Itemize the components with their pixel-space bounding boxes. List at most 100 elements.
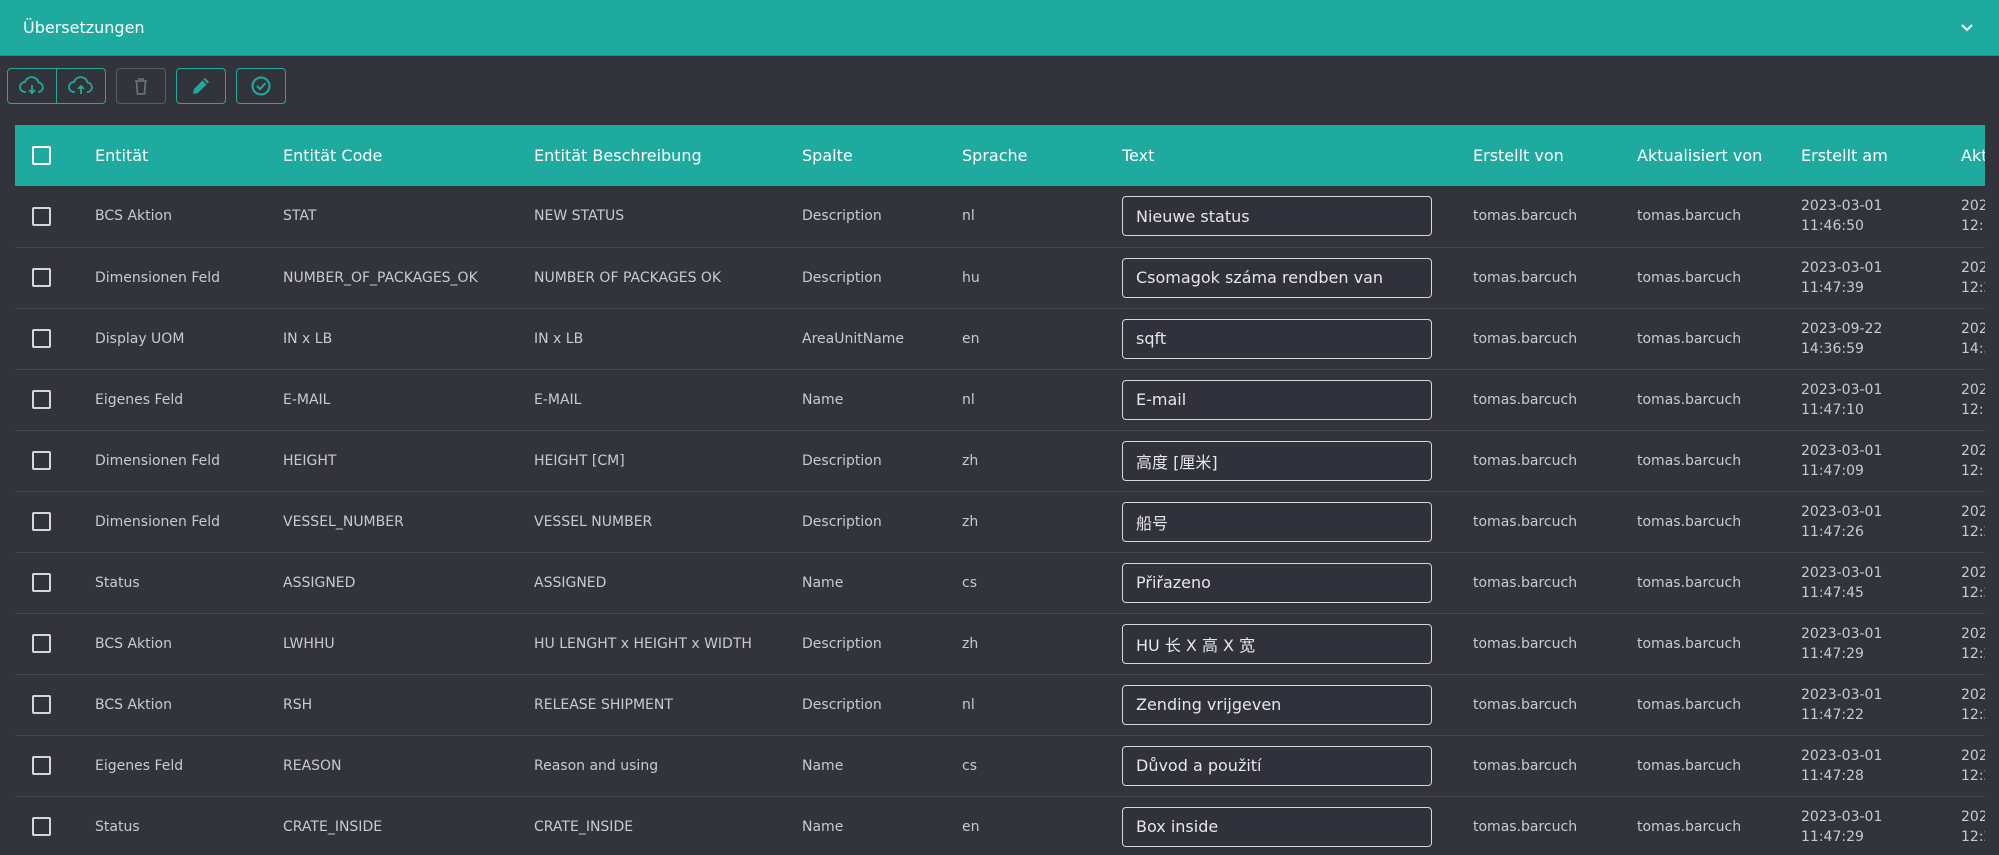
table-row[interactable]: BCS Aktion STAT NEW STATUS Description nl Nie…	[15, 186, 1985, 247]
date-text: 2023-03-01	[1801, 259, 1883, 276]
cell-created-at: 2023-03-01 11:47:10	[1791, 369, 1951, 430]
text-input[interactable]: 船号	[1122, 501, 1432, 542]
time-text: 12:13	[1961, 218, 1985, 235]
cell-entity-code: IN x LB	[283, 330, 333, 347]
column-header-created-at[interactable]: Erstellt am	[1791, 125, 1951, 186]
cell-entity-description: CRATE_INSIDE	[534, 818, 634, 835]
cell-entity-description: HEIGHT [CM]	[534, 452, 625, 469]
table-row[interactable]: Status ASSIGNED ASSIGNED Name cs Přiřazeno tom…	[15, 552, 1985, 613]
row-checkbox[interactable]	[32, 390, 51, 409]
cell-entity-code: CRATE_INSIDE	[283, 818, 383, 835]
translations-table-container: Entität Entität Code Entität Beschreibun…	[15, 125, 1985, 855]
cell-entity: Status	[95, 818, 140, 835]
column-header-column[interactable]: Spalte	[792, 125, 952, 186]
text-input[interactable]: Přiřazeno	[1122, 562, 1432, 603]
date-text: 2023-03-01	[1961, 259, 1985, 276]
column-header-entity-description[interactable]: Entität Beschreibung	[524, 125, 792, 186]
date-text: 2023-03-01	[1801, 686, 1883, 703]
row-checkbox[interactable]	[32, 634, 51, 653]
table-row[interactable]: Display UOM IN x LB IN x LB AreaUnitName en s…	[15, 308, 1985, 369]
column-header-language[interactable]: Sprache	[952, 125, 1112, 186]
text-input[interactable]: HU 长 X 高 X 宽	[1122, 623, 1432, 664]
cell-language: nl	[962, 208, 975, 225]
table-row[interactable]: Dimensionen Feld HEIGHT HEIGHT [CM] Descrip…	[15, 430, 1985, 491]
time-text: 11:47:29	[1801, 645, 1864, 662]
table-row[interactable]: Eigenes Feld REASON Reason and using Name cs…	[15, 735, 1985, 796]
column-header-updated-by[interactable]: Aktualisiert von	[1627, 125, 1791, 186]
cell-entity-description: E-MAIL	[534, 391, 582, 408]
text-input[interactable]: Csomagok száma rendben van	[1122, 257, 1432, 298]
cell-updated-by: tomas.barcuch	[1637, 574, 1742, 591]
row-checkbox[interactable]	[32, 817, 51, 836]
text-input[interactable]: 高度 [厘米]	[1122, 440, 1432, 481]
upload-button[interactable]	[56, 68, 106, 104]
table-header-row: Entität Entität Code Entität Beschreibun…	[15, 125, 1985, 186]
cell-entity-code: VESSEL_NUMBER	[283, 513, 404, 530]
edit-button[interactable]	[176, 68, 226, 104]
cell-updated-by: tomas.barcuch	[1637, 757, 1742, 774]
table-row[interactable]: Status CRATE_INSIDE CRATE_INSIDE Name en Box …	[15, 796, 1985, 855]
column-header-entity-code[interactable]: Entität Code	[273, 125, 524, 186]
cell-column: Name	[802, 818, 844, 835]
approve-button[interactable]	[236, 68, 286, 104]
date-text: 2023-03-01	[1961, 198, 1985, 215]
delete-button[interactable]	[116, 68, 166, 104]
panel-header[interactable]: Übersetzungen	[0, 0, 1999, 56]
row-checkbox[interactable]	[32, 695, 51, 714]
cell-created-by: tomas.barcuch	[1473, 818, 1578, 835]
date-text: 2023-03-01	[1961, 503, 1985, 520]
cell-updated-at: 2023-03-01 12:2	[1951, 674, 1985, 735]
row-checkbox[interactable]	[32, 451, 51, 470]
cell-created-at: 2023-03-01 11:47:28	[1791, 735, 1951, 796]
text-input[interactable]: E-mail	[1122, 379, 1432, 420]
table-row[interactable]: BCS Aktion RSH RELEASE SHIPMENT Description…	[15, 674, 1985, 735]
cell-column: Description	[802, 452, 882, 469]
cell-created-at: 2023-03-01 11:46:50	[1791, 186, 1951, 247]
row-checkbox[interactable]	[32, 268, 51, 287]
date-text: 2023-03-01	[1801, 747, 1883, 764]
trash-icon	[135, 78, 147, 95]
column-header-updated-at[interactable]: Aktualisiert am	[1951, 125, 1985, 186]
cell-updated-by: tomas.barcuch	[1637, 818, 1742, 835]
table-row[interactable]: Dimensionen Feld VESSEL_NUMBER VESSEL NUMB…	[15, 491, 1985, 552]
pencil-icon	[193, 78, 209, 94]
table-row[interactable]: BCS Aktion LWHHU HU LENGHT x HEIGHT x WIDT…	[15, 613, 1985, 674]
text-input[interactable]: Zending vrijgeven	[1122, 684, 1432, 725]
time-text: 12:2	[1961, 645, 1985, 662]
select-all-checkbox[interactable]	[32, 146, 51, 165]
column-header-created-by[interactable]: Erstellt von	[1463, 125, 1627, 186]
cell-column: Name	[802, 391, 844, 408]
date-text: 2023-03-01	[1801, 808, 1883, 825]
cell-column: Description	[802, 208, 882, 225]
cell-created-at: 2023-03-01 11:47:39	[1791, 247, 1951, 308]
cell-language: en	[962, 330, 980, 347]
cell-entity-code: RSH	[283, 696, 313, 713]
date-text: 2023-03-01	[1961, 442, 1985, 459]
cell-updated-at: 2023-03-01 12:2	[1951, 491, 1985, 552]
cell-created-by: tomas.barcuch	[1473, 513, 1578, 530]
cell-created-by: tomas.barcuch	[1473, 330, 1578, 347]
cell-entity-code: REASON	[283, 757, 342, 774]
column-header-entity[interactable]: Entität	[85, 125, 273, 186]
text-input[interactable]: Nieuwe status	[1122, 196, 1432, 237]
row-checkbox[interactable]	[32, 329, 51, 348]
text-input[interactable]: sqft	[1122, 318, 1432, 359]
cell-column: Description	[802, 696, 882, 713]
row-checkbox[interactable]	[32, 573, 51, 592]
date-text: 2023-03-01	[1961, 381, 1985, 398]
table-row[interactable]: Dimensionen Feld NUMBER_OF_PACKAGES_OK NUM…	[15, 247, 1985, 308]
cell-updated-at: 2023-03-01 12:13	[1951, 186, 1985, 247]
cell-updated-by: tomas.barcuch	[1637, 391, 1742, 408]
text-input[interactable]: Box inside	[1122, 806, 1432, 847]
cell-column: Name	[802, 574, 844, 591]
row-checkbox[interactable]	[32, 756, 51, 775]
cell-entity-description: IN x LB	[534, 330, 584, 347]
row-checkbox[interactable]	[32, 512, 51, 531]
cell-created-by: tomas.barcuch	[1473, 391, 1578, 408]
table-row[interactable]: Eigenes Feld E-MAIL E-MAIL Name nl E-mail toma…	[15, 369, 1985, 430]
chevron-down-icon[interactable]	[1957, 18, 1977, 38]
text-input[interactable]: Důvod a použití	[1122, 745, 1432, 786]
column-header-text[interactable]: Text	[1112, 125, 1463, 186]
row-checkbox[interactable]	[32, 206, 51, 226]
download-button[interactable]	[7, 68, 57, 104]
